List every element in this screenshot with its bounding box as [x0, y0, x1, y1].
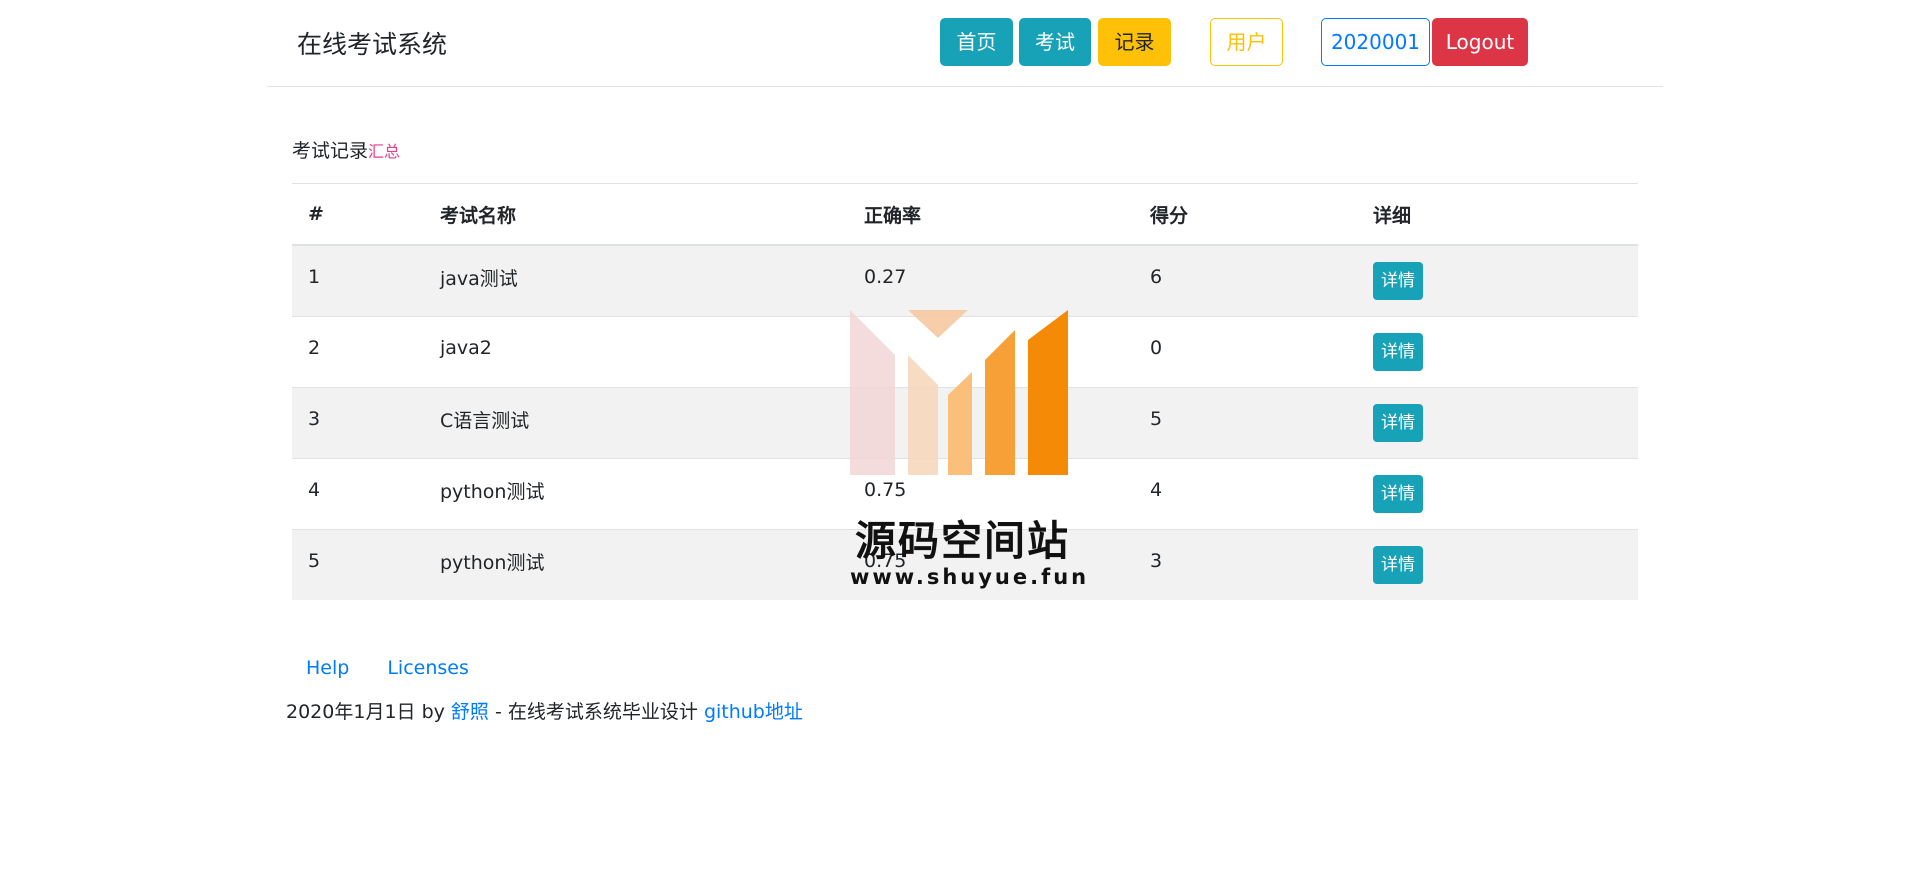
row-number: 5 [308, 550, 321, 572]
accuracy: 0.27 [864, 266, 907, 288]
column-header-exam-name: 考试名称 [424, 183, 848, 246]
row-number: 2 [308, 337, 321, 359]
nav-home-button[interactable]: 首页 [940, 18, 1013, 66]
licenses-link[interactable]: Licenses [387, 657, 469, 679]
watermark-url: www.shuyue.fun [850, 565, 1090, 589]
app-brand[interactable]: 在线考试系统 [297, 25, 447, 61]
score: 5 [1150, 408, 1163, 430]
detail-button[interactable]: 详情 [1373, 333, 1423, 371]
help-link[interactable]: Help [306, 657, 349, 679]
summary-link[interactable]: 汇总 [368, 142, 400, 161]
column-header-detail: 详细 [1357, 183, 1638, 246]
exam-name: java测试 [440, 267, 518, 290]
page-heading: 考试记录汇总 [292, 136, 400, 163]
score: 4 [1150, 479, 1163, 501]
exam-name: C语言测试 [440, 409, 530, 432]
author-link[interactable]: 舒照 [451, 701, 489, 723]
row-number: 1 [308, 266, 321, 288]
score: 6 [1150, 266, 1163, 288]
detail-button[interactable]: 详情 [1373, 546, 1423, 584]
column-header-accuracy: 正确率 [848, 183, 1134, 246]
score: 0 [1150, 337, 1163, 359]
row-number: 4 [308, 479, 321, 501]
exam-name: python测试 [440, 480, 545, 503]
records-title: 考试记录 [292, 140, 369, 162]
watermark-title: 源码空间站 [855, 517, 1070, 565]
nav-users-button[interactable]: 用户 [1210, 18, 1283, 66]
table-header-row: # 考试名称 正确率 得分 详细 [292, 183, 1638, 246]
watermark-logo-icon [850, 310, 1068, 475]
logout-button[interactable]: Logout [1432, 18, 1528, 66]
account-button[interactable]: 2020001 [1321, 18, 1430, 66]
column-header-score: 得分 [1134, 183, 1357, 246]
detail-button[interactable]: 详情 [1373, 404, 1423, 442]
column-header-number: # [292, 183, 424, 246]
watermark: 源码空间站 www.shuyue.fun [840, 300, 1090, 600]
score: 3 [1150, 550, 1163, 572]
footer-description: - 在线考试系统毕业设计 [494, 701, 698, 723]
row-number: 3 [308, 408, 321, 430]
footer-date: 2020年1月1日 by [286, 701, 445, 723]
detail-button[interactable]: 详情 [1373, 262, 1423, 300]
nav-exam-button[interactable]: 考试 [1019, 18, 1091, 66]
github-link[interactable]: github地址 [704, 701, 803, 723]
exam-name: java2 [440, 337, 492, 359]
footer-links: Help Licenses [306, 657, 507, 679]
nav-records-button[interactable]: 记录 [1098, 18, 1171, 66]
footer-credits: 2020年1月1日 by 舒照 - 在线考试系统毕业设计 github地址 [286, 697, 803, 724]
detail-button[interactable]: 详情 [1373, 475, 1423, 513]
exam-name: python测试 [440, 551, 545, 574]
top-navbar: 在线考试系统 首页 考试 记录 用户 2020001 Logout [267, 0, 1663, 87]
